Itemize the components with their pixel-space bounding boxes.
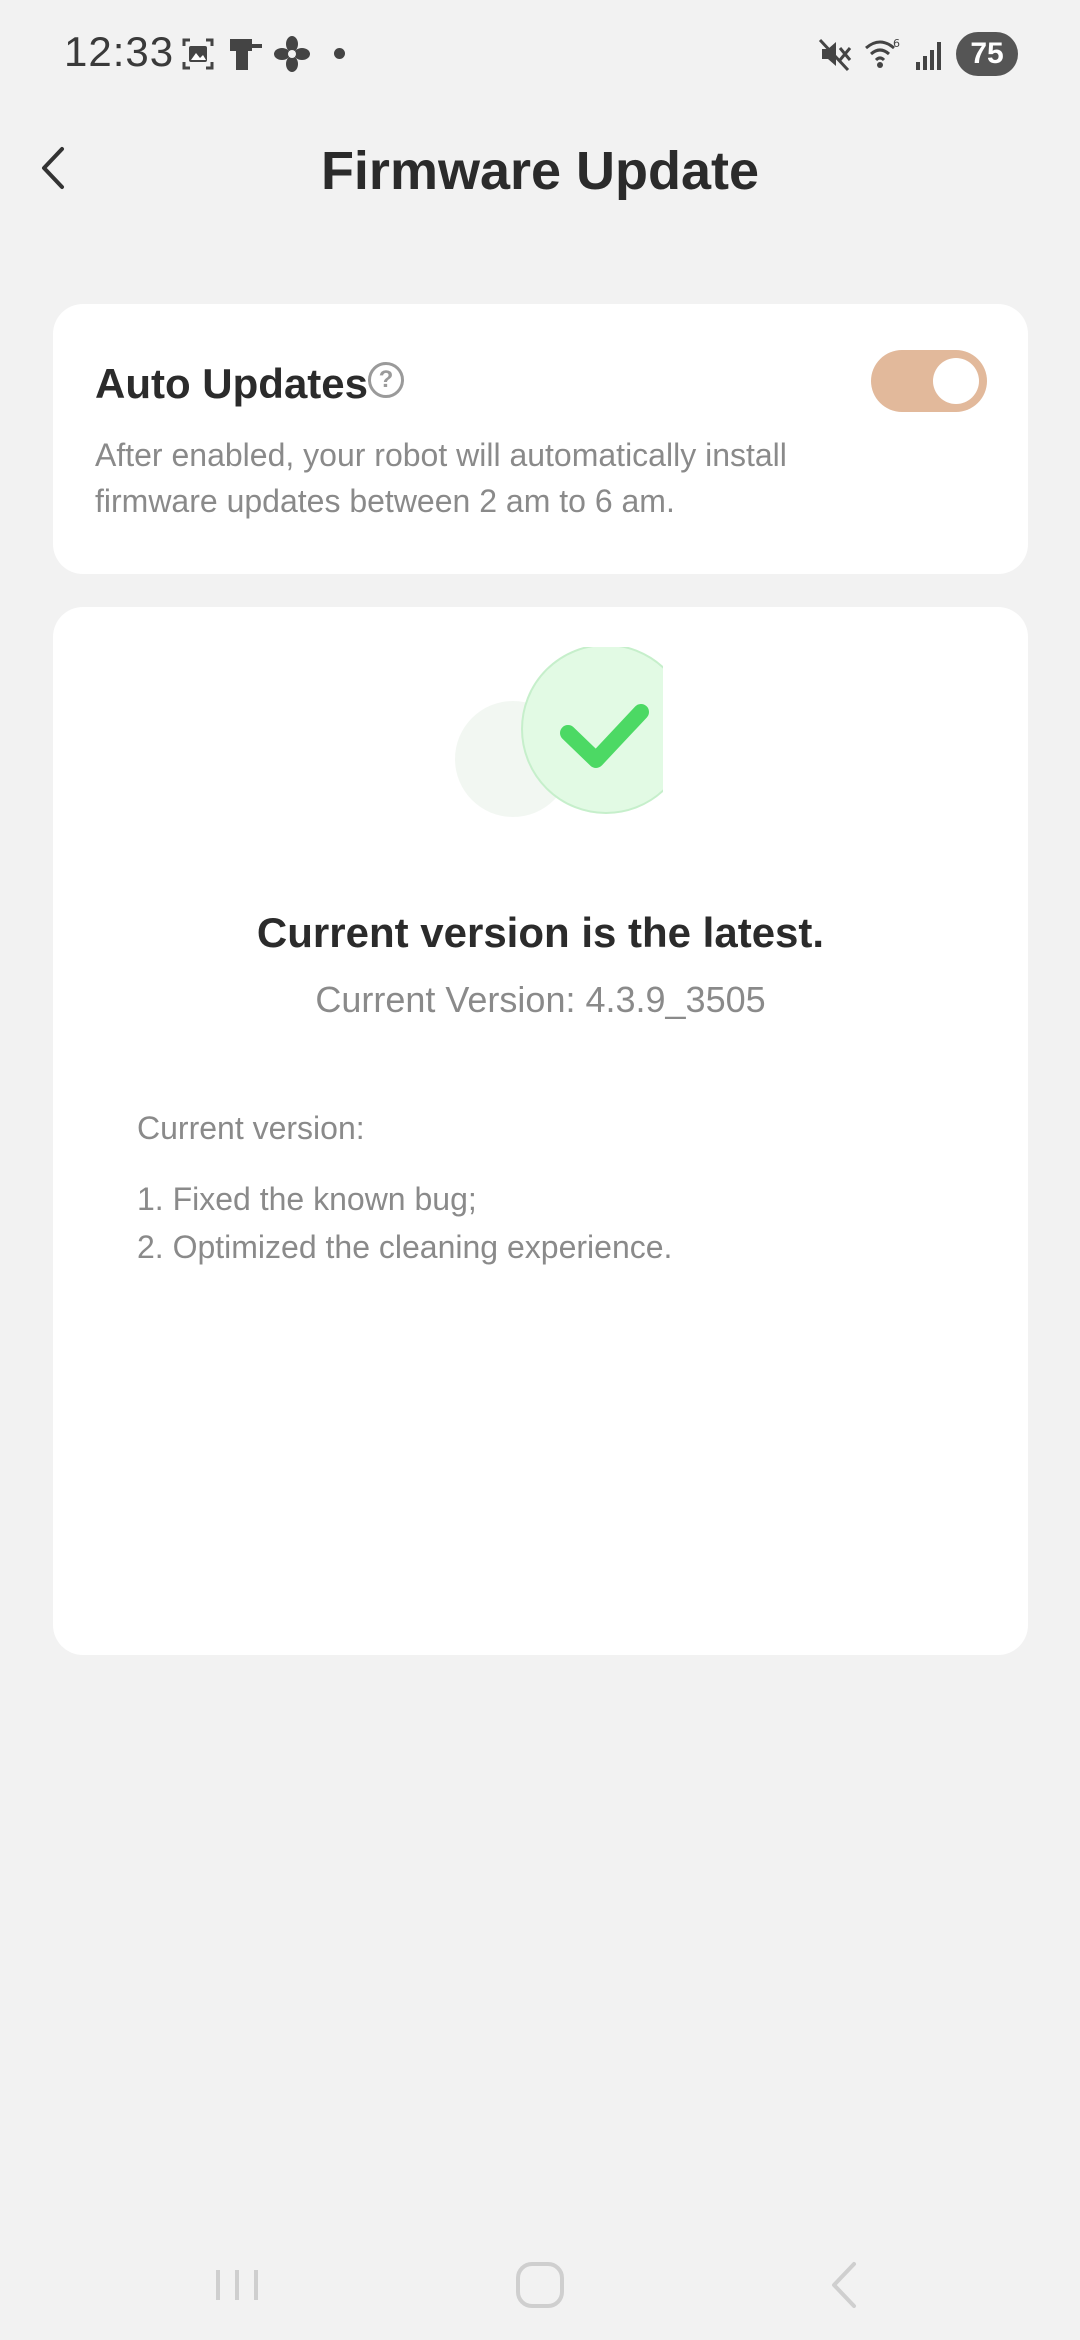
notification-dot — [334, 48, 345, 59]
status-title: Current version is the latest. — [256, 909, 825, 956]
system-back-button[interactable] — [800, 2250, 890, 2320]
recent-apps-button[interactable] — [192, 2250, 282, 2320]
firmware-update-screen: 12:33 6 75 Firmware Update Auto Updates … — [0, 0, 1080, 2340]
auto-updates-description: After enabled, your robot will automatic… — [95, 437, 787, 519]
fan-icon — [274, 36, 310, 72]
page-title: Firmware Update — [320, 141, 760, 201]
gallery-icon — [182, 38, 214, 70]
battery-indicator: 75 — [956, 32, 1018, 76]
system-nav-bar — [0, 2230, 1080, 2340]
back-icon — [832, 2262, 856, 2308]
current-version: Current Version: 4.3.9_3505 — [315, 979, 766, 1020]
home-icon — [516, 2262, 564, 2308]
check-circle-icon — [433, 644, 691, 847]
home-button[interactable] — [494, 2250, 584, 2320]
recent-apps-icon — [216, 2270, 258, 2300]
phone-icon — [230, 39, 262, 70]
release-notes-heading: Current version: — [137, 1110, 365, 1146]
auto-updates-title: Auto Updates — [95, 360, 368, 407]
signal-icon — [916, 42, 941, 70]
status-bar: 12:33 6 75 — [0, 0, 1080, 110]
help-icon[interactable]: ? — [368, 362, 404, 398]
svg-text:6: 6 — [893, 37, 900, 50]
status-time: 12:33 — [64, 28, 175, 75]
version-card: Current version is the latest. Current V… — [53, 607, 1028, 1655]
auto-updates-toggle[interactable] — [871, 350, 987, 412]
release-note-item: 2. Optimized the cleaning experience. — [137, 1229, 673, 1265]
auto-updates-card: Auto Updates ? After enabled, your robot… — [53, 304, 1028, 574]
release-notes: Current version: 1. Fixed the known bug;… — [137, 1105, 672, 1271]
release-note-item: 1. Fixed the known bug; — [137, 1181, 477, 1217]
wifi-icon: 6 — [865, 37, 900, 68]
mute-icon — [818, 38, 852, 72]
toggle-knob — [933, 358, 979, 404]
